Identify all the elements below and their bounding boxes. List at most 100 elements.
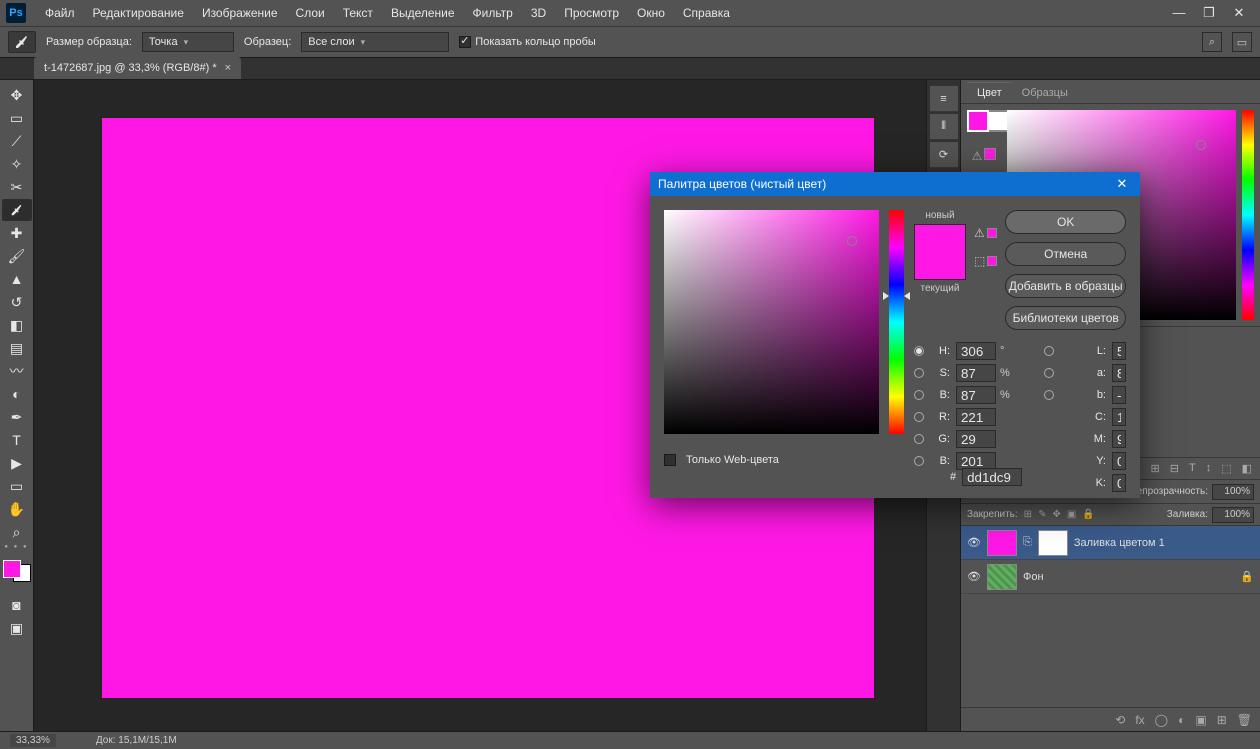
history-brush-tool[interactable]: ↺ [2,291,32,313]
tab-color[interactable]: Цвет [967,82,1012,103]
hex-input[interactable] [962,468,1022,486]
menu-layer[interactable]: Слои [287,0,334,26]
r-radio[interactable] [914,412,924,422]
menu-filter[interactable]: Фильтр [464,0,522,26]
menu-type[interactable]: Текст [334,0,382,26]
link-icon[interactable]: ⎘ [1023,536,1032,549]
properties-panel-icon[interactable]: ≡ [930,86,958,112]
cancel-button[interactable]: Отмена [1005,242,1126,266]
clone-stamp-tool[interactable]: ▲ [2,268,32,290]
menu-file[interactable]: Файл [36,0,84,26]
crop-tool[interactable]: ✂ [2,176,32,198]
g-radio[interactable] [914,434,924,444]
align-icon[interactable]: ⬚ [1221,462,1231,475]
lock-brush-icon[interactable]: ✎ [1038,509,1046,520]
a-radio[interactable] [1044,368,1054,378]
adjustment-layer-icon[interactable]: ◐ [1178,713,1185,727]
window-restore-button[interactable]: ❐ [1194,0,1224,26]
gamut-warning-icon[interactable]: ⚠ [974,226,997,240]
only-web-colors-checkbox[interactable]: Только Web-цвета [664,454,779,466]
workspace-layout-icon[interactable]: ▭ [1232,32,1252,52]
layer-name[interactable]: Фон [1023,571,1044,583]
g-input[interactable] [956,430,996,448]
visibility-toggle-icon[interactable]: 👁 [967,570,981,583]
eyedropper-tool[interactable] [2,199,32,221]
dialog-color-field[interactable] [664,210,879,434]
layer-row[interactable]: 👁 Фон 🔒 [961,560,1260,594]
opacity-input[interactable]: 100% [1212,484,1254,500]
zoom-level[interactable]: 33,33% [10,734,56,747]
search-icon[interactable]: ⌕ [1202,32,1222,52]
dodge-tool[interactable]: ◐ [2,383,32,405]
hue-slider[interactable] [1242,110,1254,320]
bhsb-input[interactable] [956,386,996,404]
lasso-tool[interactable]: ⟋ [2,130,32,152]
menu-select[interactable]: Выделение [382,0,464,26]
menu-help[interactable]: Справка [674,0,739,26]
l-radio[interactable] [1044,346,1054,356]
sample-dropdown[interactable]: Все слои ▾ [301,32,449,52]
history-panel-icon[interactable]: ⟳ [930,142,958,168]
current-tool-eyedropper-icon[interactable] [8,31,36,53]
sample-size-dropdown[interactable]: Точка ▾ [142,32,234,52]
link-layers-icon[interactable]: ⟲ [1115,713,1125,727]
lock-artboard-icon[interactable]: ▣ [1067,509,1076,520]
foreground-color-swatch[interactable] [3,560,21,578]
layer-image-thumb[interactable] [987,564,1017,590]
color-libraries-button[interactable]: Библиотеки цветов [1005,306,1126,330]
lock-pixels-icon[interactable]: ⊞ [1024,509,1032,520]
delete-layer-icon[interactable]: 🗑 [1237,713,1252,727]
close-tab-icon[interactable]: × [225,62,231,74]
show-sampling-ring-checkbox[interactable]: Показать кольцо пробы [459,36,596,48]
l-input[interactable] [1112,342,1126,360]
marquee-tool[interactable]: ▭ [2,107,32,129]
lock-icon[interactable]: 🔒 [1240,570,1254,583]
layer-row[interactable]: 👁 ⎘ Заливка цветом 1 [961,526,1260,560]
align-icon[interactable]: ◧ [1242,462,1252,475]
s-radio[interactable] [914,368,924,378]
fill-input[interactable]: 100% [1212,507,1254,523]
cp-foreground-swatch[interactable] [967,110,989,132]
layer-fx-icon[interactable]: fx [1135,713,1144,727]
path-select-tool[interactable]: ▶ [2,452,32,474]
eraser-tool[interactable]: ◧ [2,314,32,336]
h-input[interactable] [956,342,996,360]
gradient-tool[interactable]: ▤ [2,337,32,359]
blab-input[interactable] [1112,386,1126,404]
align-icon[interactable]: ⊞ [1151,462,1160,475]
lock-all-icon[interactable]: 🔒 [1082,509,1094,520]
healing-brush-tool[interactable]: ✚ [2,222,32,244]
pen-tool[interactable]: ✒ [2,406,32,428]
rectangle-tool[interactable]: ▭ [2,475,32,497]
visibility-toggle-icon[interactable]: 👁 [967,536,981,549]
c-input[interactable] [1112,408,1126,426]
more-tools-icon[interactable]: ● ● ● [4,544,28,550]
type-tool[interactable]: T [2,429,32,451]
layer-name[interactable]: Заливка цветом 1 [1074,537,1165,549]
h-radio[interactable] [914,346,924,356]
screen-mode-toggle[interactable]: ▣ [2,617,32,639]
tab-swatches[interactable]: Образцы [1012,83,1078,103]
dialog-title-bar[interactable]: Палитра цветов (чистый цвет) ✕ [650,172,1140,196]
blab-radio[interactable] [1044,390,1054,400]
menu-edit[interactable]: Редактирование [84,0,193,26]
k-input[interactable] [1112,474,1126,492]
quick-mask-toggle[interactable]: ◙ [2,594,32,616]
layer-mask-icon[interactable]: ◯ [1155,713,1168,727]
new-layer-icon[interactable]: ⊞ [1217,713,1227,727]
zoom-tool[interactable]: ⌕ [2,521,32,543]
gamut-warning-icon[interactable]: ⚠ [972,148,997,163]
magic-wand-tool[interactable]: ✧ [2,153,32,175]
align-icon[interactable]: ↕ [1206,462,1212,475]
menu-view[interactable]: Просмотр [555,0,628,26]
y-input[interactable] [1112,452,1126,470]
group-layers-icon[interactable]: ▣ [1195,713,1206,727]
menu-image[interactable]: Изображение [193,0,287,26]
blur-tool[interactable]: 〰 [2,360,32,382]
dialog-hue-slider[interactable] [889,210,904,434]
window-minimize-button[interactable]: — [1164,0,1194,26]
websafe-warning-icon[interactable]: ⬚ [974,254,997,268]
b-radio[interactable] [914,390,924,400]
layer-color-thumb[interactable] [987,530,1017,556]
m-input[interactable] [1112,430,1126,448]
